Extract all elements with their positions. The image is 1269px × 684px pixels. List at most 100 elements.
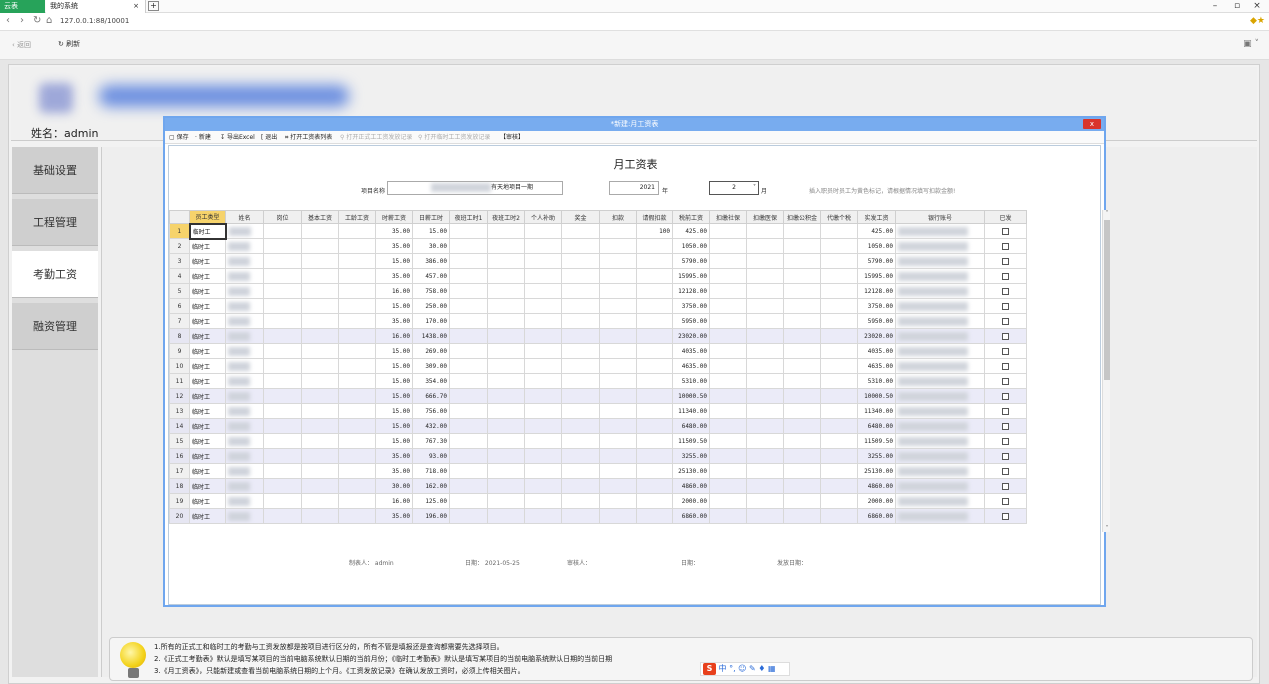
col-header-base-salary[interactable]: 基本工资 xyxy=(301,210,339,224)
deduction-cell[interactable] xyxy=(599,493,637,509)
deduction-cell[interactable] xyxy=(599,388,637,404)
leave-deduction-cell[interactable] xyxy=(636,238,673,254)
position-cell[interactable] xyxy=(263,298,302,314)
base-salary-cell[interactable] xyxy=(301,343,339,359)
scroll-down-icon[interactable]: ˅ xyxy=(1103,525,1111,532)
export-excel-button[interactable]: ↧ 导出Excel xyxy=(220,133,255,142)
bank-account-cell[interactable] xyxy=(895,448,985,464)
leave-deduction-cell[interactable] xyxy=(636,268,673,284)
day-hours-cell[interactable]: 354.00 xyxy=(412,373,450,389)
position-cell[interactable] xyxy=(263,433,302,449)
day-hours-cell[interactable]: 93.00 xyxy=(412,448,450,464)
net-pay-cell[interactable]: 6860.00 xyxy=(857,508,896,524)
row-number[interactable]: 1 xyxy=(169,223,190,239)
employee-type-cell[interactable]: 临时工 xyxy=(189,313,226,329)
col-header-medical-insurance[interactable]: 扣缴医保 xyxy=(746,210,784,224)
paid-cell[interactable] xyxy=(984,478,1027,494)
bonus-cell[interactable] xyxy=(561,418,600,434)
sidebar-item-attendance-payroll[interactable]: 考勤工资 xyxy=(12,251,98,298)
income-tax-cell[interactable] xyxy=(820,388,858,404)
allowance-cell[interactable] xyxy=(524,268,562,284)
name-cell[interactable] xyxy=(225,448,264,464)
employee-type-cell[interactable]: 临时工 xyxy=(189,268,226,284)
row-number[interactable]: 17 xyxy=(169,463,190,479)
seniority-pay-cell[interactable] xyxy=(338,373,376,389)
bank-account-cell[interactable] xyxy=(895,508,985,524)
leave-deduction-cell[interactable] xyxy=(636,508,673,524)
housing-fund-cell[interactable] xyxy=(783,238,821,254)
table-row[interactable]: 8 临时工 16.00 1438.00 23020.00 23020.00 xyxy=(169,328,1027,344)
base-salary-cell[interactable] xyxy=(301,508,339,524)
net-pay-cell[interactable]: 15995.00 xyxy=(857,268,896,284)
name-cell[interactable] xyxy=(225,253,264,269)
allowance-cell[interactable] xyxy=(524,493,562,509)
bank-account-cell[interactable] xyxy=(895,358,985,374)
pretax-pay-cell[interactable]: 5790.00 xyxy=(672,253,710,269)
night-hours-1-cell[interactable] xyxy=(449,433,488,449)
hourly-rate-cell[interactable]: 35.00 xyxy=(375,313,413,329)
col-header-employee-type[interactable]: 员工类型 xyxy=(189,210,226,224)
name-cell[interactable] xyxy=(225,283,264,299)
bonus-cell[interactable] xyxy=(561,463,600,479)
night-hours-2-cell[interactable] xyxy=(487,238,525,254)
base-salary-cell[interactable] xyxy=(301,433,339,449)
night-hours-1-cell[interactable] xyxy=(449,268,488,284)
maximize-button[interactable]: ▫ xyxy=(1227,0,1247,13)
medical-insurance-cell[interactable] xyxy=(746,298,784,314)
employee-type-cell[interactable]: 临时工 xyxy=(189,403,226,419)
hourly-rate-cell[interactable]: 35.00 xyxy=(375,268,413,284)
day-hours-cell[interactable]: 30.00 xyxy=(412,238,450,254)
pretax-pay-cell[interactable]: 12128.00 xyxy=(672,283,710,299)
paid-checkbox[interactable] xyxy=(1002,317,1009,325)
position-cell[interactable] xyxy=(263,253,302,269)
net-pay-cell[interactable]: 12128.00 xyxy=(857,283,896,299)
day-hours-cell[interactable]: 666.70 xyxy=(412,388,450,404)
col-header-net-pay[interactable]: 实发工资 xyxy=(857,210,896,224)
scroll-up-icon[interactable]: ˄ xyxy=(1103,210,1111,217)
employee-type-cell[interactable]: 临时工 xyxy=(189,508,226,524)
night-hours-1-cell[interactable] xyxy=(449,298,488,314)
deduction-cell[interactable] xyxy=(599,433,637,449)
deduction-cell[interactable] xyxy=(599,418,637,434)
open-temp-pay-records-button[interactable]: ⚲ 打开临时工工资发放记录 xyxy=(418,133,490,142)
night-hours-1-cell[interactable] xyxy=(449,343,488,359)
bonus-cell[interactable] xyxy=(561,298,600,314)
deduction-cell[interactable] xyxy=(599,223,637,239)
row-number[interactable]: 15 xyxy=(169,433,190,449)
paid-checkbox[interactable] xyxy=(1002,407,1009,415)
paid-checkbox[interactable] xyxy=(1002,242,1009,250)
base-salary-cell[interactable] xyxy=(301,268,339,284)
hourly-rate-cell[interactable]: 35.00 xyxy=(375,463,413,479)
allowance-cell[interactable] xyxy=(524,223,562,239)
position-cell[interactable] xyxy=(263,313,302,329)
allowance-cell[interactable] xyxy=(524,298,562,314)
bank-account-cell[interactable] xyxy=(895,253,985,269)
night-hours-2-cell[interactable] xyxy=(487,493,525,509)
position-cell[interactable] xyxy=(263,418,302,434)
paid-checkbox[interactable] xyxy=(1002,497,1009,505)
hourly-rate-cell[interactable]: 30.00 xyxy=(375,478,413,494)
night-hours-2-cell[interactable] xyxy=(487,283,525,299)
social-insurance-cell[interactable] xyxy=(709,298,747,314)
housing-fund-cell[interactable] xyxy=(783,493,821,509)
paid-cell[interactable] xyxy=(984,448,1027,464)
position-cell[interactable] xyxy=(263,238,302,254)
day-hours-cell[interactable]: 196.00 xyxy=(412,508,450,524)
pretax-pay-cell[interactable]: 425.00 xyxy=(672,223,710,239)
position-cell[interactable] xyxy=(263,463,302,479)
seniority-pay-cell[interactable] xyxy=(338,478,376,494)
night-hours-2-cell[interactable] xyxy=(487,403,525,419)
seniority-pay-cell[interactable] xyxy=(338,313,376,329)
table-row[interactable]: 14 临时工 15.00 432.00 6480.00 6480.00 xyxy=(169,418,1027,434)
pretax-pay-cell[interactable]: 10000.50 xyxy=(672,388,710,404)
seniority-pay-cell[interactable] xyxy=(338,388,376,404)
medical-insurance-cell[interactable] xyxy=(746,313,784,329)
table-row[interactable]: 19 临时工 16.00 125.00 2000.00 2000.00 xyxy=(169,493,1027,509)
table-row[interactable]: 13 临时工 15.00 756.00 11340.00 11340.00 xyxy=(169,403,1027,419)
col-header-seniority-pay[interactable]: 工龄工资 xyxy=(338,210,376,224)
bonus-cell[interactable] xyxy=(561,253,600,269)
bonus-cell[interactable] xyxy=(561,478,600,494)
hourly-rate-cell[interactable]: 15.00 xyxy=(375,403,413,419)
night-hours-1-cell[interactable] xyxy=(449,493,488,509)
night-hours-1-cell[interactable] xyxy=(449,223,488,239)
